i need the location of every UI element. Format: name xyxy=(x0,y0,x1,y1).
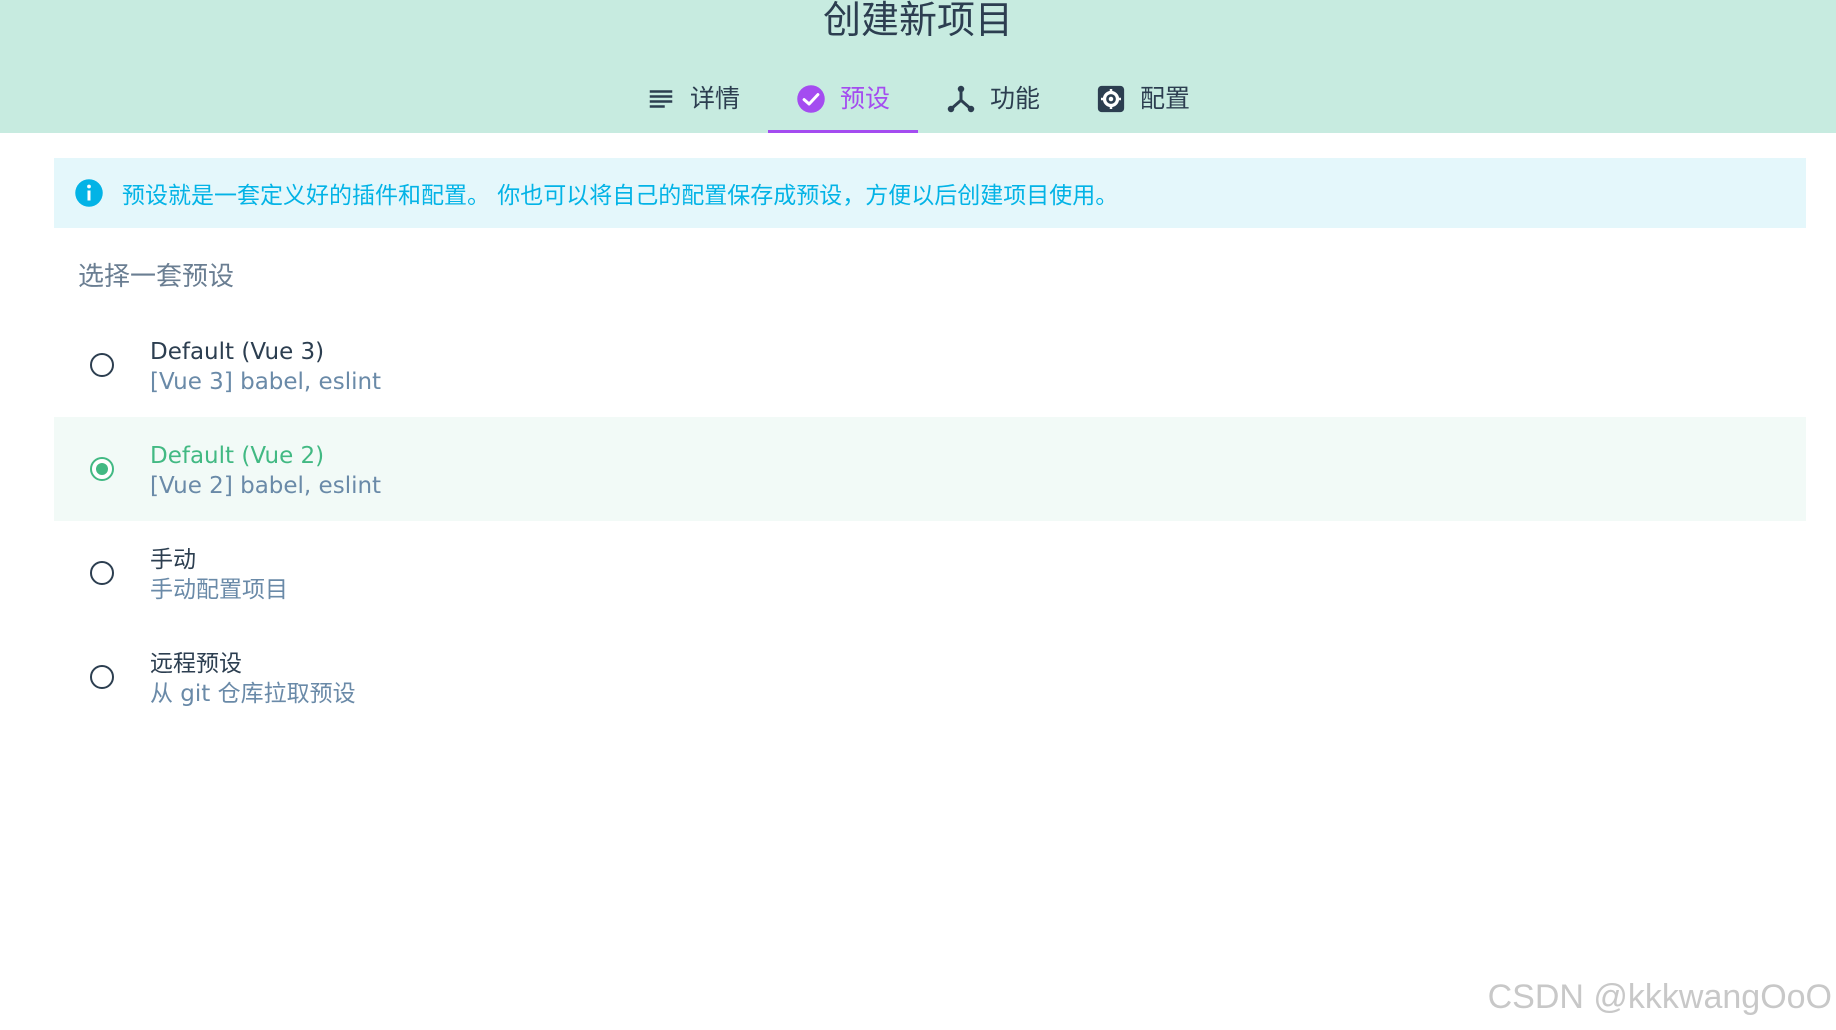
preset-option-remote[interactable]: 远程预设 从 git 仓库拉取预设 xyxy=(54,625,1806,729)
tab-details[interactable]: 详情 xyxy=(618,70,768,133)
preset-name: 手动 xyxy=(150,547,196,573)
page-title: 创建新项目 xyxy=(822,0,1013,42)
preset-description: [Vue 2] babel, eslint xyxy=(150,473,382,499)
page: 创建新项目 详情 预设 功能 配置 预设就是一套定义好的插件和配置。 你也可以将… xyxy=(0,0,1836,1030)
list-icon xyxy=(649,90,673,108)
settings-icon xyxy=(1097,85,1125,113)
tab-config-label: 配置 xyxy=(1140,84,1191,113)
check-circle-icon xyxy=(797,85,825,113)
radio-button[interactable] xyxy=(90,353,114,377)
tab-presets-label: 预设 xyxy=(839,84,890,113)
preset-description: 手动配置项目 xyxy=(150,577,288,603)
tab-features-label: 功能 xyxy=(990,84,1041,113)
radio-button[interactable] xyxy=(90,665,114,689)
tab-features[interactable]: 功能 xyxy=(918,70,1068,133)
preset-options: Default (Vue 3) [Vue 3] babel, eslint De… xyxy=(54,313,1806,729)
info-banner: 预设就是一套定义好的插件和配置。 你也可以将自己的配置保存成预设，方便以后创建项… xyxy=(54,158,1806,228)
preset-description: 从 git 仓库拉取预设 xyxy=(150,681,356,707)
tab-presets[interactable]: 预设 xyxy=(767,70,919,133)
section-title: 选择一套预设 xyxy=(78,262,235,292)
radio-button-selected[interactable] xyxy=(90,457,114,481)
preset-name: Default (Vue 3) xyxy=(150,339,325,365)
tab-details-label: 详情 xyxy=(689,84,740,113)
watermark: CSDN @kkkwangOoO xyxy=(1487,978,1832,1016)
info-icon xyxy=(75,179,103,207)
preset-name: Default (Vue 2) xyxy=(150,443,325,469)
preset-option-vue3[interactable]: Default (Vue 3) [Vue 3] babel, eslint xyxy=(54,313,1806,417)
radio-button[interactable] xyxy=(90,561,114,585)
preset-option-manual[interactable]: 手动 手动配置项目 xyxy=(54,521,1806,625)
preset-description: [Vue 3] babel, eslint xyxy=(150,369,382,395)
info-text: 预设就是一套定义好的插件和配置。 你也可以将自己的配置保存成预设，方便以后创建项… xyxy=(122,183,1119,209)
header: 创建新项目 详情 预设 功能 配置 xyxy=(0,0,1836,133)
preset-option-vue2[interactable]: Default (Vue 2) [Vue 2] babel, eslint xyxy=(54,417,1806,521)
preset-name: 远程预设 xyxy=(150,651,242,677)
fork-icon xyxy=(947,85,975,113)
tab-config[interactable]: 配置 xyxy=(1068,70,1218,133)
tab-bar: 详情 预设 功能 配置 xyxy=(0,70,1836,133)
